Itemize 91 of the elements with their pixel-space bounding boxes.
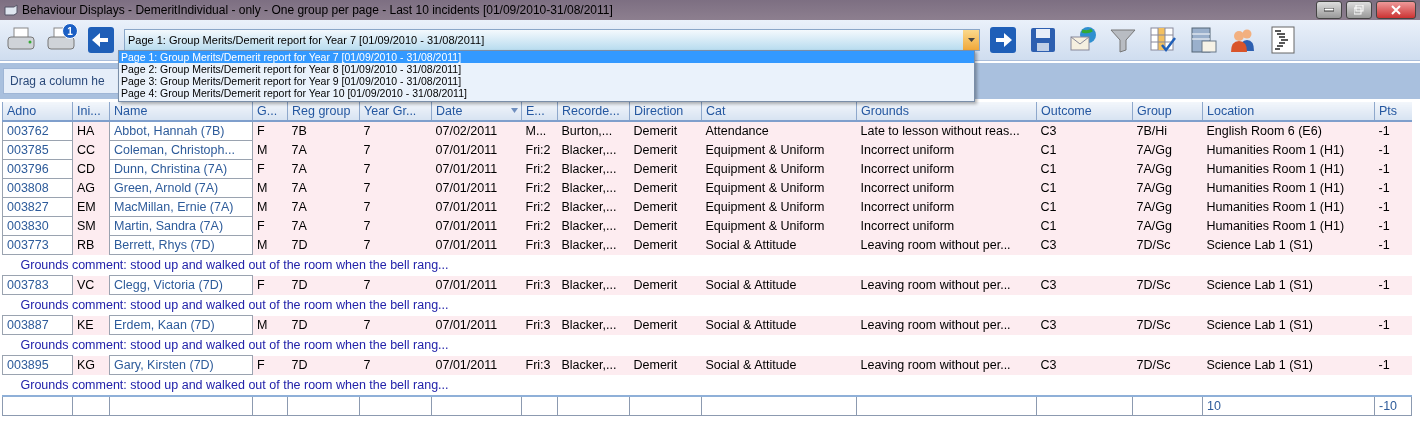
total-cell: 10: [1202, 396, 1375, 416]
table-cell: C3: [1036, 355, 1133, 375]
column-header[interactable]: Name: [109, 102, 253, 121]
restore-icon: [1354, 5, 1364, 15]
column-header[interactable]: Location: [1202, 102, 1375, 121]
table-cell: Science Lab 1 (S1): [1202, 315, 1375, 335]
table-cell: 7: [359, 275, 432, 295]
table-cell: Leaving room without per...: [856, 275, 1037, 295]
minimize-button[interactable]: [1316, 1, 1342, 19]
table-cell: Fri:3: [521, 355, 558, 375]
table-cell: 7D: [287, 275, 360, 295]
link-cell[interactable]: 003887: [2, 315, 73, 335]
print-page-button[interactable]: 1: [44, 23, 78, 57]
column-header[interactable]: E...: [521, 102, 558, 121]
table-cell: 7D: [287, 355, 360, 375]
link-cell[interactable]: Clegg, Victoria (7D): [109, 275, 253, 295]
table-cell: 07/01/2011: [431, 355, 522, 375]
link-cell[interactable]: 003783: [2, 275, 73, 295]
column-header[interactable]: G...: [252, 102, 288, 121]
dropdown-button[interactable]: [963, 30, 979, 50]
minimize-icon: [1324, 8, 1334, 12]
caret-icon: [967, 38, 975, 42]
table-cell: Demerit: [629, 355, 702, 375]
column-header[interactable]: Direction: [629, 102, 702, 121]
table-cell: Demerit: [629, 275, 702, 295]
table-cell: 07/01/2011: [431, 315, 522, 335]
grounds-comment: Grounds comment: stood up and walked out of the room when the bell rang...: [2, 374, 1412, 396]
table-cell: Blacker,...: [557, 275, 630, 295]
table-cell: 7D/Sc: [1132, 275, 1203, 295]
table-cell: Social & Attitude: [701, 355, 857, 375]
window-icon: [4, 4, 18, 16]
column-header[interactable]: Recorde...: [557, 102, 630, 121]
link-cell[interactable]: 003762: [2, 121, 73, 141]
column-header[interactable]: Cat: [701, 102, 857, 121]
tree-list-icon: [1268, 25, 1298, 55]
dropdown-option[interactable]: Page 2: Group Merits/Demerit report for Year 8 [01/09/2010 - 31/08/2011]: [119, 63, 974, 75]
page-number-badge: 1: [62, 23, 78, 39]
table-cell: Social & Attitude: [701, 315, 857, 335]
table-cell: Fri:3: [521, 315, 558, 335]
table-cell: Leaving room without per...: [856, 315, 1037, 335]
table-cell: KE: [72, 315, 110, 335]
link-cell[interactable]: Erdem, Kaan (7D): [109, 315, 253, 335]
column-header[interactable]: Group: [1132, 102, 1203, 121]
table-cell: 7D: [287, 315, 360, 335]
table-cell: KG: [72, 355, 110, 375]
table-cell: 07/01/2011: [431, 275, 522, 295]
table-cell: -1: [1374, 355, 1412, 375]
column-header[interactable]: Reg group: [287, 102, 360, 121]
window-title: Behaviour Displays - DemeritIndividual - only - One group per page - Last 10 incidents [01/09/2010-31/08/2011]: [22, 3, 614, 17]
column-header[interactable]: Pts: [1374, 102, 1412, 121]
column-header[interactable]: Ini...: [72, 102, 110, 121]
table-cell: Blacker,...: [557, 355, 630, 375]
table-cell: Blacker,...: [557, 315, 630, 335]
table-cell: F: [252, 275, 288, 295]
grounds-comment: Grounds comment: stood up and walked out of the room when the bell rang...: [2, 254, 1412, 276]
column-header[interactable]: Adno: [2, 102, 73, 121]
table-cell: Fri:3: [521, 275, 558, 295]
table-cell: M: [252, 315, 288, 335]
link-cell[interactable]: 003895: [2, 355, 73, 375]
column-header[interactable]: Grounds: [856, 102, 1037, 121]
close-icon: [1391, 5, 1401, 15]
restore-button[interactable]: [1346, 1, 1372, 19]
total-cell: -10: [1374, 396, 1412, 416]
table-cell: 7D/Sc: [1132, 315, 1203, 335]
table-cell: 7: [359, 355, 432, 375]
close-button[interactable]: [1376, 1, 1416, 19]
table-cell: Science Lab 1 (S1): [1202, 355, 1375, 375]
server-card-icon: [1188, 25, 1218, 55]
table-cell: -1: [1374, 275, 1412, 295]
table-cell: C3: [1036, 275, 1133, 295]
link-cell[interactable]: Gary, Kirsten (7D): [109, 355, 253, 375]
column-header[interactable]: Outcome: [1036, 102, 1133, 121]
dropdown-option[interactable]: Page 3: Group Merits/Demerit report for Year 9 [01/09/2010 - 31/08/2011]: [119, 75, 974, 87]
table-cell: Social & Attitude: [701, 275, 857, 295]
table-cell: C3: [1036, 315, 1133, 335]
link-cell[interactable]: Abbot, Hannah (7B): [109, 121, 253, 141]
table-cell: -1: [1374, 315, 1412, 335]
dropdown-option[interactable]: Page 4: Group Merits/Demerit report for Year 10 [01/09/2010 - 31/08/2011]: [119, 87, 974, 99]
table-cell: Demerit: [629, 315, 702, 335]
column-header[interactable]: Date: [431, 102, 522, 121]
table-cell: VC: [72, 275, 110, 295]
table-cell: F: [252, 355, 288, 375]
table-cell: 7D/Sc: [1132, 355, 1203, 375]
sort-arrow-icon: [511, 108, 518, 113]
grounds-comment: Grounds comment: stood up and walked out of the room when the bell rang...: [2, 334, 1412, 356]
page-select[interactable]: Page 1: Group Merits/Demerit report for Year 7 [01/09/2010 - 31/08/2011]: [124, 29, 980, 51]
table-cell: Leaving room without per...: [856, 355, 1037, 375]
column-header[interactable]: Year Gr...: [359, 102, 432, 121]
grounds-comment: Grounds comment: stood up and walked out of the room when the bell rang...: [2, 294, 1412, 316]
table-cell: 7: [359, 315, 432, 335]
table-cell: Science Lab 1 (S1): [1202, 275, 1375, 295]
